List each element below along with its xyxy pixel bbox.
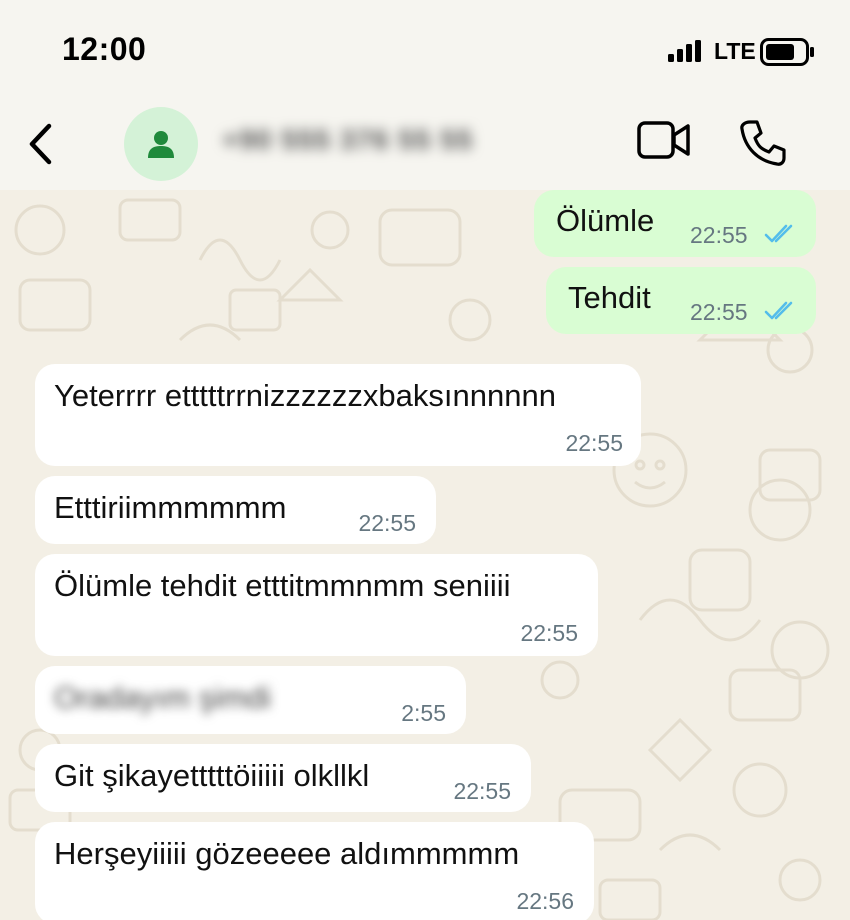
message-text: Ölümle tehdit etttitmmnmm seniiii <box>54 568 511 603</box>
contact-name[interactable]: +90 555 376 55 55 <box>222 124 473 156</box>
message-text: Tehdit <box>568 280 651 315</box>
voice-call-button[interactable] <box>738 118 788 173</box>
video-call-button[interactable] <box>636 120 692 165</box>
message-time: 22:55 <box>690 299 748 325</box>
signal-icon <box>668 40 701 62</box>
message-time: 22:55 <box>453 778 511 804</box>
message-time: 22:55 <box>690 222 748 248</box>
chat-header: +90 555 376 55 55 <box>0 100 850 190</box>
message-bubble-outgoing[interactable]: Tehdit 22:55 <box>546 267 816 334</box>
battery-icon <box>760 38 814 66</box>
back-button[interactable] <box>18 118 62 170</box>
person-icon <box>148 131 174 158</box>
status-bar: 12:00 LTE <box>0 0 850 100</box>
message-text-redacted: Oradayım şimdi <box>54 680 272 715</box>
message-bubble-incoming[interactable]: Etttiriimmmmmm 22:55 <box>35 476 436 544</box>
video-camera-icon <box>637 121 690 159</box>
message-time: 22:55 <box>520 620 578 646</box>
chat-area[interactable]: Ölümle 22:55 Tehdit 22:55 Yeterrrr etttt… <box>0 190 850 920</box>
message-text: Etttiriimmmmmm <box>54 490 287 525</box>
network-type-label: LTE <box>714 38 756 64</box>
message-time: 2:55 <box>401 700 446 726</box>
message-bubble-incoming[interactable]: Git şikayetttttöiiiii olkllkl 22:55 <box>35 744 531 812</box>
avatar[interactable] <box>124 107 198 181</box>
read-ticks-icon <box>764 224 793 243</box>
message-bubble-incoming[interactable]: Ölümle tehdit etttitmmnmm seniiii 22:55 <box>35 554 598 656</box>
message-text: Git şikayetttttöiiiii olkllkl <box>54 758 370 793</box>
message-text: Ölümle <box>556 203 655 238</box>
message-bubble-incoming[interactable]: Oradayım şimdi 2:55 <box>35 666 466 734</box>
back-chevron-icon <box>29 123 52 165</box>
message-bubble-incoming[interactable]: Herşeyiiiii gözeeeee aldımmmmm 22:56 <box>35 822 594 920</box>
message-time: 22:56 <box>516 888 574 914</box>
message-bubble-outgoing[interactable]: Ölümle 22:55 <box>534 190 816 257</box>
message-text: Yeterrrr etttttrrnizzzzzzxbaksınnnnnn <box>54 378 556 413</box>
message-time: 22:55 <box>358 510 416 536</box>
phone-icon <box>740 120 786 166</box>
message-bubble-incoming[interactable]: Yeterrrr etttttrrnizzzzzzxbaksınnnnnn 22… <box>35 364 641 466</box>
status-time: 12:00 <box>62 31 147 67</box>
read-ticks-icon <box>764 301 793 320</box>
message-text: Herşeyiiiii gözeeeee aldımmmmm <box>54 836 520 871</box>
message-time: 22:55 <box>565 430 623 456</box>
